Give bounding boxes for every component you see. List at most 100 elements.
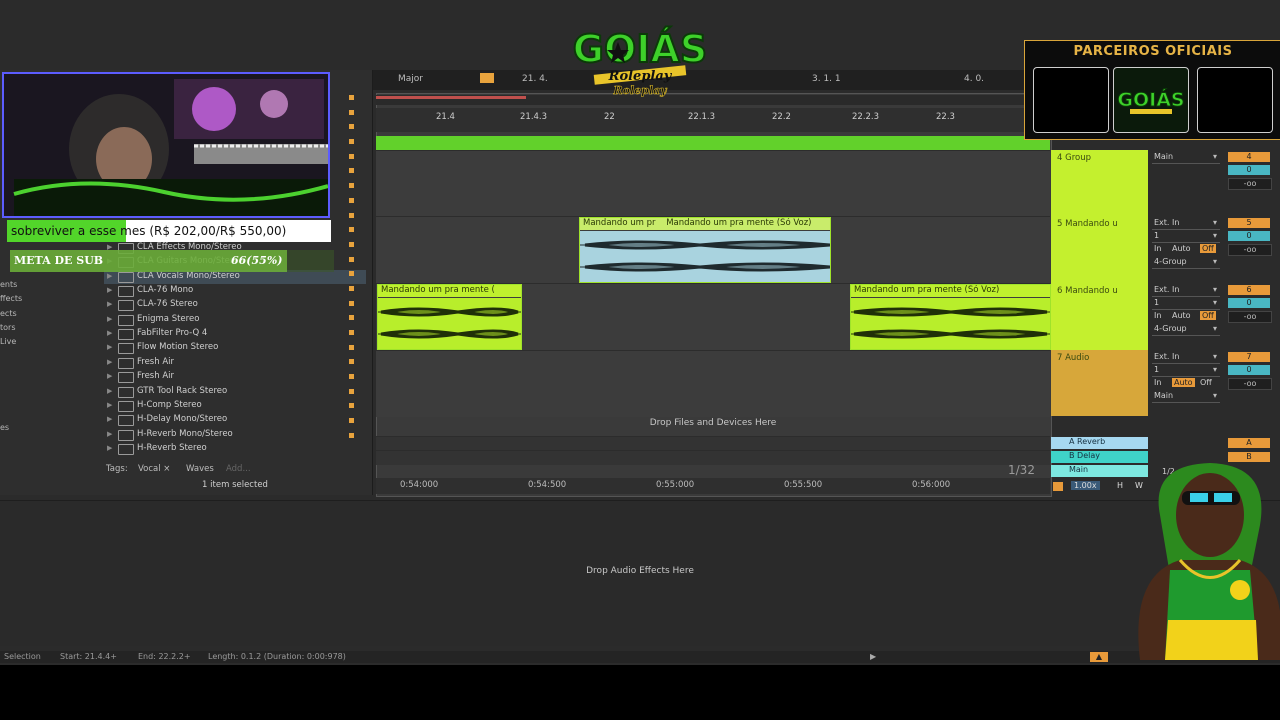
track-volume[interactable]: 0 <box>1228 365 1270 375</box>
hot-swap-marker[interactable] <box>349 432 354 438</box>
monitor-switch[interactable]: In Auto Off <box>1152 244 1220 255</box>
expand-triangle-icon[interactable]: ▶ <box>107 343 112 351</box>
plugin-item[interactable]: ▶ CLA-76 Stereo <box>104 298 366 312</box>
hot-swap-marker[interactable] <box>349 374 354 380</box>
track-pan[interactable]: -oo <box>1228 311 1272 323</box>
expand-triangle-icon[interactable]: ▶ <box>107 415 112 423</box>
track-pan[interactable]: -oo <box>1228 178 1272 190</box>
play-icon[interactable]: ▶ <box>870 652 876 661</box>
plugin-item[interactable]: ▶ GTR Tool Rack Stereo <box>104 385 366 399</box>
channel-selector[interactable]: 1 ▾ <box>1152 365 1220 377</box>
scale-selector[interactable]: Major <box>398 74 423 84</box>
audio-clip-left[interactable]: Mandando um pra mente ( <box>377 284 522 350</box>
plugin-item[interactable]: ▶ H-Comp Stereo <box>104 399 366 413</box>
tag-chip[interactable]: Waves <box>186 464 214 474</box>
track-number-button[interactable]: 6 <box>1228 285 1270 295</box>
plugin-item[interactable]: ▶ H-Reverb Stereo <box>104 442 366 456</box>
expand-triangle-icon[interactable]: ▶ <box>107 315 112 323</box>
category-item[interactable] <box>0 409 100 423</box>
return-track-a[interactable]: A Reverb <box>1051 437 1148 449</box>
monitor-switch[interactable]: In Auto Off <box>1152 378 1220 389</box>
category-item[interactable]: ents <box>0 280 100 294</box>
expand-triangle-icon[interactable]: ▶ <box>107 300 112 308</box>
expand-triangle-icon[interactable]: ▶ <box>107 387 112 395</box>
hot-swap-marker[interactable] <box>349 256 354 262</box>
category-item[interactable] <box>0 380 100 394</box>
hot-swap-marker[interactable] <box>349 388 354 394</box>
output-selector[interactable]: 4-Group ▾ <box>1152 257 1220 269</box>
lane-7-audio[interactable] <box>376 350 1050 417</box>
expand-triangle-icon[interactable]: ▶ <box>107 401 112 409</box>
hot-swap-marker[interactable] <box>349 109 354 115</box>
hot-swap-marker[interactable] <box>349 271 354 277</box>
hot-swap-marker[interactable] <box>349 285 354 291</box>
category-item[interactable]: ects <box>0 309 100 323</box>
group-track-overview[interactable] <box>376 136 1050 150</box>
category-item[interactable] <box>0 366 100 380</box>
time-ruler[interactable]: 0:54:000 0:54:500 0:55:000 0:55:500 0:56:000 <box>376 478 1050 494</box>
tag-chip[interactable]: Vocal × <box>138 464 170 474</box>
track-header-6[interactable]: 6 Mandando u <box>1051 283 1148 350</box>
expand-triangle-icon[interactable]: ▶ <box>107 358 112 366</box>
hot-swap-marker[interactable] <box>349 344 354 350</box>
hot-swap-marker[interactable] <box>349 95 354 100</box>
loop-brace[interactable] <box>376 96 526 99</box>
track-volume[interactable]: 0 <box>1228 231 1270 241</box>
category-item[interactable] <box>0 351 100 365</box>
track-volume[interactable]: 0 <box>1228 165 1270 175</box>
lane-4-group[interactable] <box>376 150 1050 217</box>
expand-icon[interactable]: ▲ <box>1090 652 1108 662</box>
audio-clip-right[interactable]: Mandando um pra mente (Só Voz) <box>850 284 1051 350</box>
lane-return-a[interactable] <box>376 436 1050 451</box>
expand-triangle-icon[interactable]: ▶ <box>107 329 112 337</box>
track-header-5[interactable]: 5 Mandando u <box>1051 216 1148 283</box>
expand-triangle-icon[interactable]: ▶ <box>107 272 112 280</box>
zoom-icon[interactable] <box>1053 482 1063 491</box>
tag-add-input[interactable]: Add... <box>226 464 251 474</box>
expand-triangle-icon[interactable]: ▶ <box>107 444 112 452</box>
track-pan[interactable]: -oo <box>1228 378 1272 390</box>
zoom-value[interactable]: 1.00x <box>1071 481 1100 490</box>
drop-files-area[interactable]: Drop Files and Devices Here <box>376 418 1050 432</box>
hot-swap-marker[interactable] <box>349 153 354 159</box>
return-a-button[interactable]: A <box>1228 438 1270 448</box>
audio-clip-selected[interactable]: Mandando um pr Mandando um pra mente (Só… <box>579 217 831 283</box>
lane-return-b[interactable] <box>376 450 1050 465</box>
track-number-button[interactable]: 7 <box>1228 352 1270 362</box>
hot-swap-marker[interactable] <box>349 359 354 365</box>
hot-swap-marker[interactable] <box>349 315 354 321</box>
grid-ratio[interactable]: 1/32 <box>1008 463 1035 477</box>
hot-swap-marker[interactable] <box>349 124 354 130</box>
position-display[interactable]: 21. 4. <box>522 74 548 84</box>
loop-length-display[interactable]: 4. 0. <box>964 74 984 84</box>
hot-swap-marker[interactable] <box>349 300 354 306</box>
output-selector[interactable]: Main ▾ <box>1152 152 1220 164</box>
input-selector[interactable]: Ext. In ▾ <box>1152 285 1220 297</box>
category-item[interactable]: ffects <box>0 294 100 308</box>
track-number-button[interactable]: 4 <box>1228 152 1270 162</box>
track-pan[interactable]: -oo <box>1228 244 1272 256</box>
plugin-item[interactable]: ▶ CLA-76 Mono <box>104 284 366 298</box>
hot-swap-marker[interactable] <box>349 403 354 409</box>
plugin-item[interactable]: ▶ Enigma Stereo <box>104 313 366 327</box>
category-item[interactable]: Live <box>0 337 100 351</box>
expand-triangle-icon[interactable]: ▶ <box>107 372 112 380</box>
plugin-item[interactable]: ▶ FabFilter Pro-Q 4 <box>104 327 366 341</box>
hot-swap-marker[interactable] <box>349 183 354 189</box>
track-header-7[interactable]: 7 Audio <box>1051 350 1148 416</box>
follow-button[interactable] <box>480 73 494 83</box>
hot-swap-marker[interactable] <box>349 197 354 203</box>
input-selector[interactable]: Ext. In ▾ <box>1152 218 1220 230</box>
plugin-item[interactable]: ▶ Fresh Air <box>104 370 366 384</box>
plugin-item[interactable]: ▶ Flow Motion Stereo <box>104 341 366 355</box>
output-selector[interactable]: Main ▾ <box>1152 391 1220 403</box>
hot-swap-marker[interactable] <box>349 418 354 424</box>
expand-triangle-icon[interactable]: ▶ <box>107 286 112 294</box>
track-header-4-group[interactable]: 4 Group <box>1051 150 1148 216</box>
input-selector[interactable]: Ext. In ▾ <box>1152 352 1220 364</box>
output-selector[interactable]: 4-Group ▾ <box>1152 324 1220 336</box>
hot-swap-marker[interactable] <box>349 241 354 247</box>
category-item[interactable]: tors <box>0 323 100 337</box>
track-number-button[interactable]: 5 <box>1228 218 1270 228</box>
hot-swap-marker[interactable] <box>349 212 354 218</box>
